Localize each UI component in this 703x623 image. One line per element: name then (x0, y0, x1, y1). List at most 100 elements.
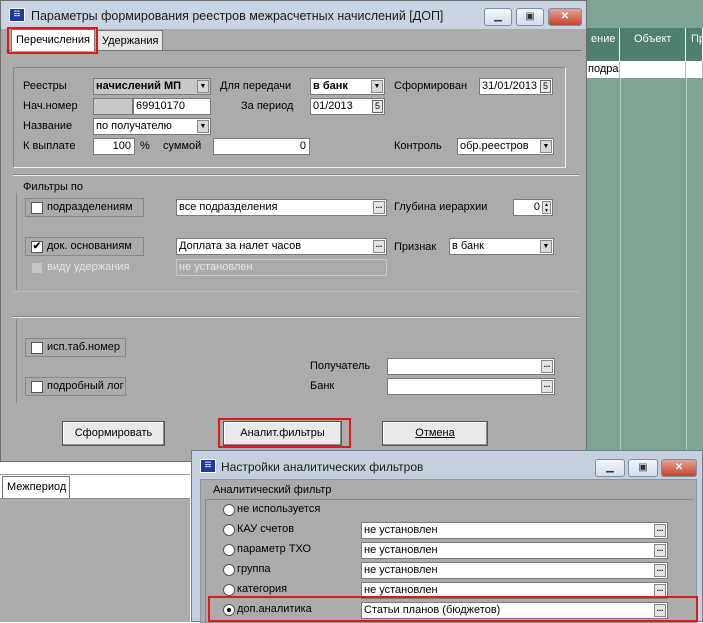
filters-title: Фильтры по (23, 181, 83, 193)
grid-column-header[interactable]: ение (586, 28, 620, 61)
period-field[interactable]: 01/2013 5 (310, 98, 385, 115)
percent-sign: % (140, 140, 150, 152)
ellipsis-icon[interactable]: ... (654, 584, 666, 597)
ellipsis-icon[interactable]: ... (541, 360, 553, 373)
calendar-icon[interactable]: 5 (372, 100, 383, 113)
minimize-button[interactable]: ▁ (595, 459, 625, 477)
option-not-used-label: не используется (237, 503, 321, 515)
app-window-icon: ☷ (200, 459, 216, 473)
calendar-icon[interactable]: 5 (540, 80, 551, 93)
radio-kau-accounts[interactable] (223, 524, 235, 536)
cancel-button[interactable]: Отмена (382, 421, 488, 446)
name-label: Название (23, 120, 73, 132)
ellipsis-icon[interactable]: ... (654, 604, 666, 617)
control-select[interactable]: обр.реестров ▼ (457, 138, 554, 155)
chevron-down-icon[interactable]: ▼ (540, 240, 552, 253)
checkbox-icon[interactable] (31, 342, 43, 354)
ellipsis-icon[interactable]: ... (373, 240, 385, 253)
detailed-log-checkbox[interactable]: подробный лог (25, 377, 126, 396)
chevron-down-icon[interactable]: ▼ (371, 80, 383, 93)
hierarchy-depth-value: 0 (533, 201, 540, 213)
by-subdivisions-checkbox[interactable]: подразделениям (25, 198, 144, 217)
ellipsis-icon[interactable]: ... (654, 544, 666, 557)
registry-select[interactable]: начислений МП ▼ (93, 78, 211, 95)
bank-field[interactable]: ... (387, 378, 555, 395)
divider (0, 474, 190, 475)
kau-accounts-field[interactable]: не установлен ... (361, 522, 668, 539)
control-label: Контроль (394, 140, 442, 152)
recipient-field[interactable]: ... (387, 358, 555, 375)
checkbox-icon[interactable] (31, 202, 43, 214)
main-titlebar[interactable]: ☷ Параметры формирования реестров межрас… (1, 1, 586, 29)
registry-value: начислений МП (96, 80, 182, 92)
analytic-filters-button-label: Аналит.фильтры (240, 427, 325, 439)
hierarchy-depth-spinner[interactable]: 0 ▲ ▼ (513, 199, 553, 216)
checkbox-icon[interactable] (31, 381, 43, 393)
radio-additional-analytics[interactable] (223, 604, 235, 616)
close-button[interactable]: ✕ (548, 8, 582, 26)
grid-cell[interactable] (686, 61, 703, 78)
grid-column-header[interactable]: Пр (686, 28, 703, 61)
option-category-label: категория (237, 583, 288, 595)
extra-divider (13, 316, 579, 317)
group-field[interactable]: не установлен ... (361, 562, 668, 579)
radio-group[interactable] (223, 564, 235, 576)
ellipsis-icon[interactable]: ... (373, 201, 385, 214)
by-subdivisions-label: подразделениям (47, 201, 133, 213)
by-doc-basis-checkbox[interactable]: ✔ док. основаниям (25, 237, 144, 256)
attribute-select[interactable]: в банк ▼ (449, 238, 554, 255)
grid-cell[interactable]: подразд (586, 61, 620, 78)
radio-tho-parameter[interactable] (223, 544, 235, 556)
chevron-down-icon[interactable]: ▼ (540, 140, 552, 153)
to-pay-field[interactable]: 100 (93, 138, 135, 155)
name-select[interactable]: по получателю ▼ (93, 118, 211, 135)
filters-panel-edge (16, 193, 17, 290)
start-number-label: Нач.номер (23, 100, 78, 112)
deduction-field: не установлен (176, 259, 387, 276)
hierarchy-depth-label: Глубина иерархии (394, 201, 488, 213)
chevron-down-icon[interactable]: ▼ (197, 80, 209, 93)
formed-value: 31/01/2013 (482, 80, 538, 92)
tab-perechisleniya[interactable]: Перечисления (11, 29, 95, 51)
spinner-icon[interactable]: ▲ ▼ (542, 201, 551, 214)
by-deduction-checkbox: виду удержания (25, 258, 144, 277)
main-window-title: Параметры формирования реестров межрасче… (31, 9, 444, 23)
maximize-button[interactable]: ▣ (516, 8, 544, 26)
form-button[interactable]: Сформировать (62, 421, 165, 446)
subdivisions-value: все подразделения (179, 201, 278, 213)
tab-uderzhaniya[interactable]: Удержания (97, 30, 163, 50)
minimize-button[interactable]: ▁ (484, 8, 512, 26)
ellipsis-icon[interactable]: ... (654, 524, 666, 537)
ellipsis-icon[interactable]: ... (654, 564, 666, 577)
extra-panel-edge (16, 319, 17, 403)
maximize-button[interactable]: ▣ (628, 459, 658, 477)
tab-mezhperiod[interactable]: Межпериод (2, 476, 70, 498)
main-dialog: ☷ Параметры формирования реестров межрас… (0, 0, 587, 462)
grid-cell[interactable] (620, 61, 686, 78)
checkmark-icon[interactable]: ✔ (31, 241, 43, 253)
additional-analytics-field[interactable]: Статьи планов (бюджетов) ... (361, 602, 668, 619)
period-value: 01/2013 (313, 100, 353, 112)
for-transfer-select[interactable]: в банк ▼ (310, 78, 385, 95)
formed-date-field[interactable]: 31/01/2013 5 (479, 78, 553, 95)
analytic-filters-button[interactable]: Аналит.фильтры (223, 421, 342, 446)
start-number-field[interactable]: 69910170 (133, 98, 211, 115)
use-tab-number-checkbox[interactable]: исп.таб.номер (25, 338, 126, 357)
sum-label: суммой (163, 140, 202, 152)
kau-accounts-value: не установлен (364, 524, 438, 536)
radio-category[interactable] (223, 584, 235, 596)
close-button[interactable]: ✕ (661, 459, 697, 477)
by-deduction-label: виду удержания (47, 261, 130, 273)
checkbox-icon (31, 262, 43, 274)
grid-column-header[interactable]: Объект (620, 28, 686, 61)
tho-parameter-field[interactable]: не установлен ... (361, 542, 668, 559)
sub-window-title: Настройки аналитических фильтров (221, 460, 424, 474)
filters-divider (13, 174, 579, 175)
sum-field[interactable]: 0 (213, 138, 310, 155)
ellipsis-icon[interactable]: ... (541, 380, 553, 393)
subdivisions-field[interactable]: все подразделения ... (176, 199, 387, 216)
radio-not-used[interactable] (223, 504, 235, 516)
doc-basis-field[interactable]: Доплата за налет часов ... (176, 238, 387, 255)
category-field[interactable]: не установлен ... (361, 582, 668, 599)
chevron-down-icon[interactable]: ▼ (197, 120, 209, 133)
